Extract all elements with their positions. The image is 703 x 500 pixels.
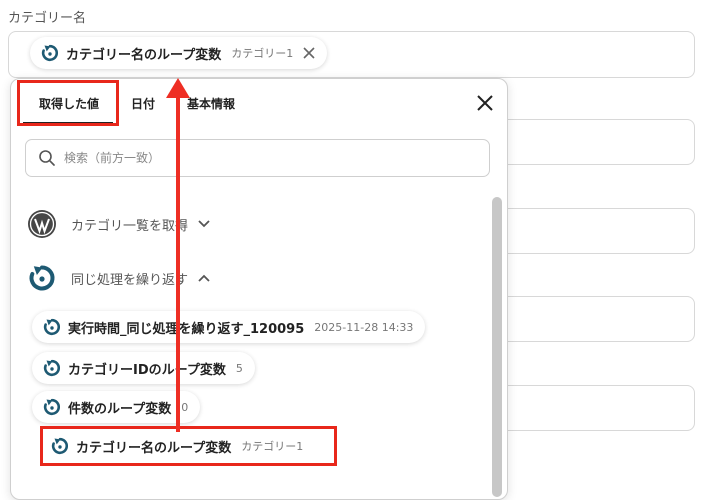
loop-icon — [42, 317, 62, 337]
loop-icon — [42, 397, 62, 417]
item-value: 0 — [181, 400, 189, 414]
close-icon[interactable] — [475, 93, 495, 113]
search-input[interactable] — [62, 150, 446, 166]
wordpress-icon — [27, 209, 57, 239]
tab-basic-info[interactable]: 基本情報 — [187, 95, 235, 112]
item-value: 5 — [235, 361, 243, 375]
annotation-arrow — [176, 94, 180, 432]
loop-icon — [27, 263, 57, 293]
list-item[interactable]: 件数のループ変数 0 — [32, 391, 201, 423]
arrow-up-icon — [166, 78, 190, 98]
chevron-up-icon — [198, 274, 210, 282]
item-name: 件数のループ変数 — [68, 401, 172, 417]
highlight-box-tab — [17, 80, 119, 126]
section-wordpress-categories[interactable]: カテゴリ一覧を取得 — [27, 209, 210, 239]
chip-name: カテゴリー名のループ変数 — [66, 47, 222, 63]
list-item[interactable]: カテゴリーIDのループ変数 5 — [32, 352, 255, 384]
section-label: カテゴリ一覧を取得 — [71, 218, 189, 234]
close-icon[interactable] — [303, 47, 315, 59]
section-loop[interactable]: 同じ処理を繰り返す — [27, 263, 210, 293]
selected-variable-chip[interactable]: カテゴリー名のループ変数 カテゴリー1 — [30, 37, 328, 69]
chip-value: カテゴリー1 — [231, 47, 294, 60]
search-box[interactable] — [25, 139, 490, 177]
section-label: 同じ処理を繰り返す — [71, 272, 189, 288]
item-name: カテゴリーIDのループ変数 — [68, 362, 226, 378]
item-name: 実行時間_同じ処理を繰り返す_120095 — [68, 321, 305, 337]
highlight-box-item — [40, 426, 337, 466]
tab-date[interactable]: 日付 — [131, 95, 155, 112]
scrollbar[interactable] — [492, 197, 502, 497]
list-item[interactable]: 実行時間_同じ処理を繰り返す_120095 2025-11-28 14:33 — [32, 311, 426, 343]
loop-icon — [40, 43, 60, 63]
chevron-down-icon — [198, 220, 210, 228]
loop-icon — [42, 358, 62, 378]
field-label: カテゴリー名 — [8, 11, 87, 26]
scrollbar-thumb[interactable] — [492, 197, 502, 497]
item-value: 2025-11-28 14:33 — [314, 320, 414, 334]
search-icon — [38, 149, 56, 167]
